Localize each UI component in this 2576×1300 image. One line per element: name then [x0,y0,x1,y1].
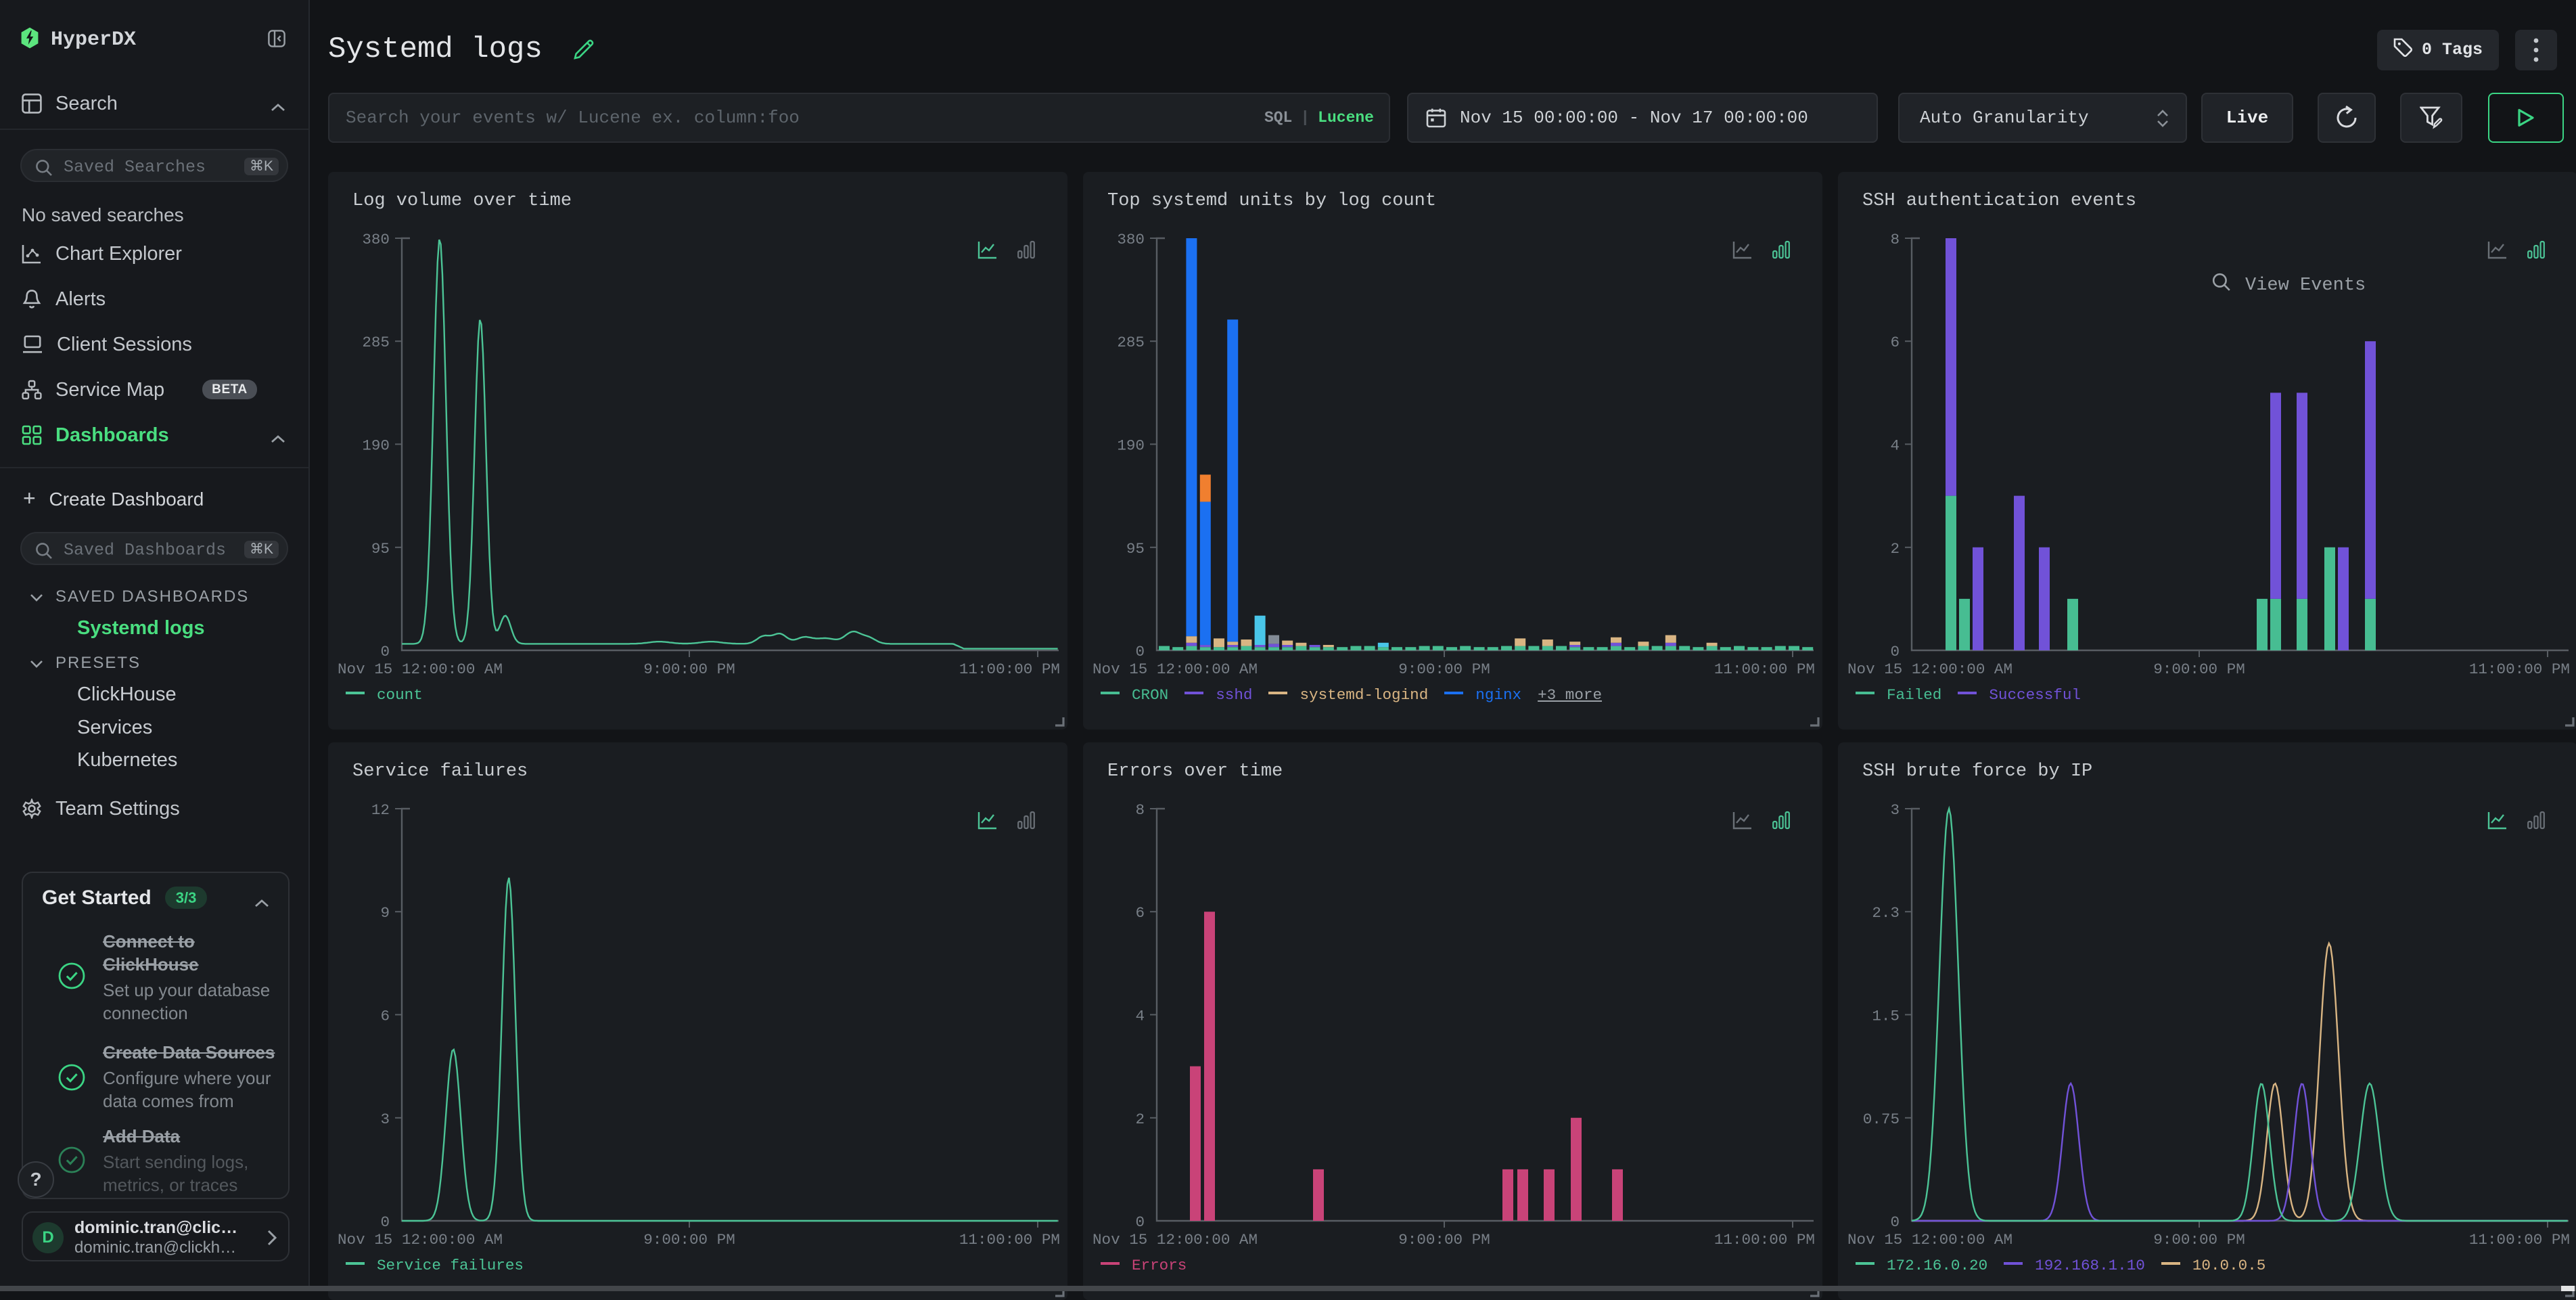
svg-text:9:00:00 PM: 9:00:00 PM [1398,1231,1490,1249]
svg-text:380: 380 [362,231,390,248]
svg-text:8: 8 [1135,801,1145,819]
svg-text:3: 3 [1890,801,1900,819]
svg-text:95: 95 [371,540,390,558]
svg-text:285: 285 [362,334,390,351]
svg-text:0: 0 [380,1213,390,1231]
svg-text:11:00:00 PM: 11:00:00 PM [959,660,1060,678]
svg-text:0: 0 [380,643,390,660]
svg-text:380: 380 [1117,231,1145,248]
svg-text:2.3: 2.3 [1872,904,1900,922]
svg-text:Nov 15 12:00:00 AM: Nov 15 12:00:00 AM [1092,1231,1258,1249]
svg-text:3: 3 [380,1111,390,1128]
svg-text:0: 0 [1135,1213,1145,1231]
svg-text:11:00:00 PM: 11:00:00 PM [2469,1231,2570,1249]
svg-text:9: 9 [380,904,390,922]
svg-text:11:00:00 PM: 11:00:00 PM [2469,660,2570,678]
svg-text:0.75: 0.75 [1863,1111,1900,1128]
svg-text:11:00:00 PM: 11:00:00 PM [1714,660,1815,678]
svg-text:Nov 15 12:00:00 AM: Nov 15 12:00:00 AM [1847,660,2013,678]
svg-text:11:00:00 PM: 11:00:00 PM [959,1231,1060,1249]
svg-text:6: 6 [380,1007,390,1025]
svg-text:0: 0 [1890,1213,1900,1231]
svg-text:190: 190 [362,436,390,454]
svg-text:Nov 15 12:00:00 AM: Nov 15 12:00:00 AM [338,660,503,678]
svg-text:9:00:00 PM: 9:00:00 PM [2153,1231,2245,1249]
svg-text:4: 4 [1135,1007,1145,1025]
svg-text:12: 12 [371,801,390,819]
svg-text:285: 285 [1117,334,1145,351]
svg-text:9:00:00 PM: 9:00:00 PM [643,660,735,678]
svg-text:6: 6 [1890,334,1900,351]
svg-text:11:00:00 PM: 11:00:00 PM [1714,1231,1815,1249]
svg-text:Nov 15 12:00:00 AM: Nov 15 12:00:00 AM [338,1231,503,1249]
svg-text:9:00:00 PM: 9:00:00 PM [643,1231,735,1249]
svg-text:Nov 15 12:00:00 AM: Nov 15 12:00:00 AM [1092,660,1258,678]
svg-text:190: 190 [1117,436,1145,454]
svg-text:Nov 15 12:00:00 AM: Nov 15 12:00:00 AM [1847,1231,2013,1249]
svg-text:2: 2 [1135,1111,1145,1128]
svg-text:95: 95 [1126,540,1145,558]
svg-text:2: 2 [1890,540,1900,558]
svg-text:6: 6 [1135,904,1145,922]
svg-text:0: 0 [1135,643,1145,660]
svg-text:9:00:00 PM: 9:00:00 PM [1398,660,1490,678]
svg-text:4: 4 [1890,436,1900,454]
svg-text:8: 8 [1890,231,1900,248]
svg-text:1.5: 1.5 [1872,1007,1900,1025]
svg-text:0: 0 [1890,643,1900,660]
svg-text:9:00:00 PM: 9:00:00 PM [2153,660,2245,678]
